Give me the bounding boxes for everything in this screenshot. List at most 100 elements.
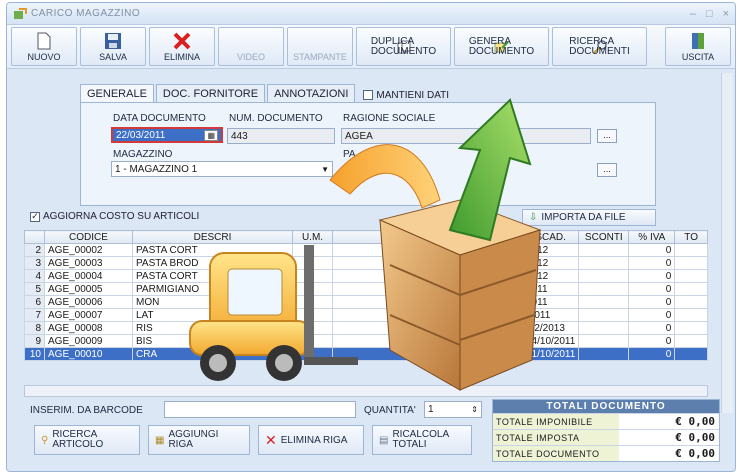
cell-um[interactable] — [292, 282, 333, 296]
cell-descrizione[interactable]: BIS — [132, 334, 293, 348]
cell-totale[interactable] — [674, 308, 708, 322]
cell-sconti[interactable] — [578, 269, 630, 283]
printer-button[interactable]: STAMPANTE — [287, 27, 353, 66]
cell-hidden[interactable] — [332, 269, 523, 283]
cell-sconti[interactable] — [578, 295, 630, 309]
save-button[interactable]: SALVA — [80, 27, 146, 66]
horizontal-scrollbar[interactable] — [24, 385, 708, 397]
data-documento-field[interactable]: 22/03/2011 ▦ — [111, 127, 223, 143]
cell-descrizione[interactable]: CRA — [132, 347, 293, 361]
cell-hidden[interactable] — [332, 282, 523, 296]
cell-totale[interactable] — [674, 282, 708, 296]
ragione-sociale-lookup-button[interactable]: ... — [597, 129, 617, 143]
cell-iva[interactable]: 0 — [628, 269, 676, 283]
cell-iva[interactable]: 0 — [628, 334, 676, 348]
cell-sconti[interactable] — [578, 308, 630, 322]
cell-totale[interactable] — [674, 256, 708, 270]
cell-totale[interactable] — [674, 347, 708, 361]
table-row[interactable]: 4 AGE_00004 PASTA CORT 2012 0 — [24, 269, 708, 283]
num-documento-field[interactable]: 443 — [227, 128, 335, 144]
maximize-button[interactable]: □ — [706, 8, 713, 20]
cell-codice[interactable]: AGE_00004 — [44, 269, 133, 283]
table-row[interactable]: 6 AGE_00006 MON 2011 0 — [24, 295, 708, 309]
cell-scad[interactable]: 2012 — [521, 243, 580, 257]
cell-codice[interactable]: AGE_00009 — [44, 334, 133, 348]
cell-sconti[interactable] — [578, 256, 630, 270]
duplicate-document-button[interactable]: DUPLICA DOCUMENTO — [356, 27, 451, 66]
cell-um[interactable] — [292, 295, 333, 309]
grid-header-totale[interactable]: TO — [674, 230, 708, 244]
cell-iva[interactable]: 0 — [628, 282, 676, 296]
cell-codice[interactable]: AGE_00007 — [44, 308, 133, 322]
cell-um[interactable] — [292, 243, 333, 257]
cell-hidden[interactable] — [332, 308, 523, 322]
exit-button[interactable]: USCITA — [665, 27, 731, 66]
cell-iva[interactable]: 0 — [628, 308, 676, 322]
checkbox-box[interactable] — [363, 90, 374, 100]
table-row[interactable]: 5 AGE_00005 PARMIGIANO 2011 0 — [24, 282, 708, 296]
vertical-scrollbar-main[interactable] — [721, 73, 733, 413]
mantieni-dati-checkbox[interactable]: MANTIENI DATI — [363, 87, 449, 103]
cell-um[interactable] — [292, 308, 333, 322]
cell-descrizione[interactable]: PASTA BROD — [132, 256, 293, 270]
quantita-stepper[interactable]: 1 ⇕ — [424, 401, 482, 418]
cell-totale[interactable] — [674, 243, 708, 257]
row-number[interactable]: 5 — [24, 282, 45, 296]
close-button[interactable]: × — [723, 8, 729, 20]
cell-hidden[interactable]: 27 — [332, 321, 523, 335]
grid-header-hidden[interactable] — [332, 230, 523, 244]
cell-sconti[interactable] — [578, 321, 630, 335]
grid-header-sconti[interactable]: SCONTI — [578, 230, 630, 244]
tab-doc-fornitore[interactable]: DOC. FORNITORE — [155, 84, 266, 103]
grid-header-scad[interactable]: SCAD. — [521, 230, 580, 244]
grid-header-descrizione[interactable]: DESCRI — [132, 230, 293, 244]
cell-totale[interactable] — [674, 321, 708, 335]
import-from-file-button[interactable]: ⇩ IMPORTA DA FILE — [522, 209, 656, 226]
row-number[interactable]: 7 — [24, 308, 45, 322]
cell-hidden[interactable]: 454, — [332, 334, 523, 348]
grid-header-iva[interactable]: % IVA — [628, 230, 676, 244]
grid-header-codice[interactable]: CODICE — [44, 230, 133, 244]
cell-scad[interactable]: 2012 — [521, 256, 580, 270]
table-row[interactable]: 8 AGE_00008 RIS 27/02/2013 0 — [24, 321, 708, 335]
cell-hidden[interactable]: 5,00 — [332, 347, 523, 361]
cell-descrizione[interactable]: MON — [132, 295, 293, 309]
cell-iva[interactable]: 0 — [628, 256, 676, 270]
cell-codice[interactable]: AGE_00010 — [44, 347, 133, 361]
search-article-button[interactable]: ⚲ RICERCA ARTICOLO — [34, 425, 140, 455]
cell-hidden[interactable] — [332, 256, 523, 270]
cell-um[interactable] — [292, 256, 333, 270]
search-documents-button[interactable]: RICERCA DOCUMENTI — [552, 27, 647, 66]
cell-um[interactable] — [292, 347, 333, 361]
tab-annotazioni[interactable]: ANNOTAZIONI — [267, 84, 356, 103]
cell-codice[interactable]: AGE_00005 — [44, 282, 133, 296]
cell-scad[interactable]: 14/10/2011 — [521, 334, 580, 348]
cell-scad[interactable]: 2011 — [521, 282, 580, 296]
cell-iva[interactable]: 0 — [628, 347, 676, 361]
barcode-input[interactable] — [164, 401, 356, 418]
cell-descrizione[interactable]: PARMIGIANO — [132, 282, 293, 296]
cell-totale[interactable] — [674, 334, 708, 348]
cell-codice[interactable]: AGE_00002 — [44, 243, 133, 257]
recalculate-totals-button[interactable]: ▤ RICALCOLA TOTALI — [372, 425, 472, 455]
table-row[interactable]: 7 AGE_00007 LAT/2011 0 — [24, 308, 708, 322]
minimize-button[interactable]: – — [690, 8, 696, 20]
cell-scad[interactable]: 2011 — [521, 295, 580, 309]
delete-button[interactable]: ELIMINA — [149, 27, 215, 66]
cell-sconti[interactable] — [578, 347, 630, 361]
ragione-sociale-field[interactable]: AGEA — [341, 128, 591, 144]
checkbox-checked[interactable]: ✓ — [30, 211, 40, 222]
cell-descrizione[interactable]: PASTA CORT — [132, 269, 293, 283]
cell-um[interactable] — [292, 321, 333, 335]
cell-codice[interactable]: AGE_00003 — [44, 256, 133, 270]
cell-totale[interactable] — [674, 295, 708, 309]
cell-descrizione[interactable]: RIS — [132, 321, 293, 335]
aggiorna-costo-checkbox[interactable]: ✓ AGGIORNA COSTO SU ARTICOLI — [30, 211, 199, 222]
grid-header-um[interactable]: U.M. — [292, 230, 333, 244]
tab-generale[interactable]: GENERALE — [80, 84, 154, 103]
cell-sconti[interactable] — [578, 334, 630, 348]
cell-descrizione[interactable]: LAT — [132, 308, 293, 322]
row-number[interactable]: 3 — [24, 256, 45, 270]
calendar-icon[interactable]: ▦ — [204, 129, 218, 141]
chevron-down-icon[interactable]: ▼ — [321, 165, 329, 174]
